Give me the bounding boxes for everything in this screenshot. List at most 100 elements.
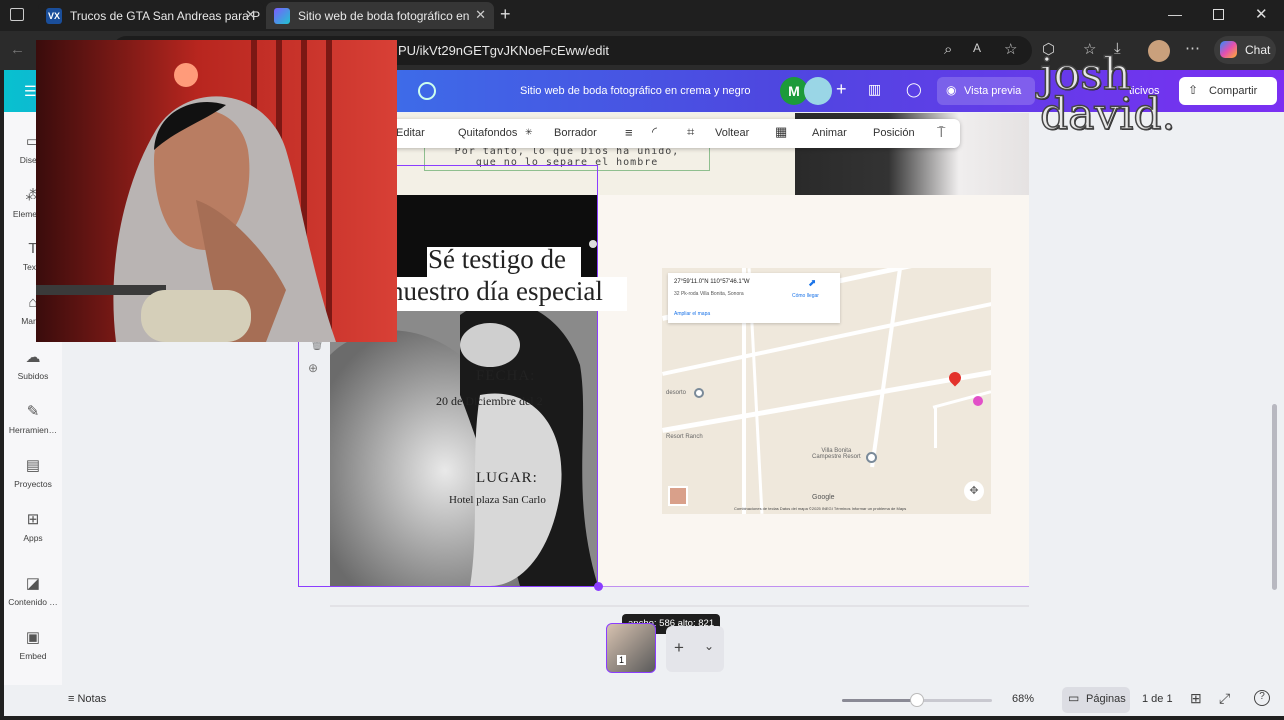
analytics-icon[interactable]: ▥ (868, 81, 881, 98)
heading-line-2[interactable]: nuestro día especial (390, 276, 603, 307)
heading-line-1[interactable]: Sé testigo de (428, 244, 566, 275)
map-address: 32 Pk-roda Villa Bonita, Sonora (674, 291, 744, 297)
close-tab-icon[interactable]: ✕ (475, 7, 486, 23)
share-icon: ⇧ (1188, 83, 1199, 97)
tab-actions-icon[interactable] (10, 8, 24, 21)
page-bottom-guide (598, 586, 1029, 587)
edit-button[interactable]: Editar (396, 127, 425, 139)
share-label: Compartir (1209, 85, 1258, 97)
border-style-icon[interactable]: ≡ (625, 125, 633, 140)
add-page-icon[interactable]: + (674, 638, 684, 658)
page-thumb-number: 1 (617, 655, 627, 665)
eraser-button[interactable]: Borrador (554, 127, 597, 139)
zoom-level[interactable]: 68% (1012, 693, 1034, 705)
share-button[interactable]: ⇧ Compartir (1179, 77, 1277, 105)
chat-label: Chat (1245, 43, 1271, 57)
apps-grid-icon: ⊞ (26, 511, 40, 528)
more-options-icon[interactable]: ⋯ (1185, 39, 1200, 57)
zoom-slider-handle[interactable] (910, 693, 924, 707)
map-place-marker (866, 452, 877, 463)
sidebar-label: Contenido … (8, 597, 58, 607)
sidebar-item-uploads[interactable]: ☁ Subidos (4, 348, 62, 381)
bg-remover-button[interactable]: Quitafondos (458, 127, 517, 139)
document-title[interactable]: Sitio web de boda fotográfico en crema y… (520, 85, 751, 97)
notes-button[interactable]: ≡ Notas (68, 693, 106, 705)
resize-handle[interactable] (594, 582, 603, 591)
embedded-map[interactable]: 27°59'11.0"N 110°57'46.1"W 32 Pk-roda Vi… (662, 268, 991, 514)
directions-icon[interactable]: ⬈ (808, 278, 816, 289)
rotate-handle[interactable] (589, 240, 597, 248)
map-directions-link[interactable]: Cómo llegar (792, 293, 819, 299)
tab-title: Trucos de GTA San Andreas para P (70, 8, 261, 23)
watermark-logo: josh david. (1039, 52, 1176, 140)
add-element-icon[interactable]: ⊕ (308, 361, 318, 375)
pages-icon: ▭ (1068, 691, 1080, 705)
read-aloud-icon[interactable]: A (973, 41, 981, 55)
favorite-star-icon[interactable]: ☆ (1004, 40, 1017, 58)
vx-favicon-icon: VX (46, 7, 62, 24)
animate-button[interactable]: Animar (812, 127, 847, 139)
map-poi-icon (973, 396, 983, 406)
back-icon[interactable]: ← (10, 41, 25, 58)
comments-icon[interactable]: ◯ (906, 81, 922, 98)
map-satellite-toggle[interactable] (668, 486, 688, 506)
place-label: LUGAR: (476, 470, 538, 486)
map-place-label-line: Campestre Resort (812, 454, 861, 460)
sidebar-item-tools[interactable]: ✎ Herramien… (4, 402, 62, 435)
position-button[interactable]: Posición (873, 127, 915, 139)
collaborator-avatar-2[interactable] (804, 77, 832, 105)
close-tab-icon[interactable]: ✕ (245, 7, 256, 23)
zoom-icon[interactable]: ⌕ (944, 41, 952, 58)
url-text: PU/ikVt29nGETgvJKNoeFcEww/edit (398, 43, 609, 58)
browser-tab[interactable]: VX Trucos de GTA San Andreas para P ✕ (38, 2, 264, 29)
verse-line-2: que no lo separe el hombre (475, 157, 659, 168)
chevron-down-icon[interactable]: ⌄ (704, 639, 714, 653)
sidebar-item-embed[interactable]: ▣ Embed (4, 628, 62, 661)
sidebar-item-projects[interactable]: ▤ Proyectos (4, 456, 62, 489)
sidebar-item-content[interactable]: ◪ Contenido … (4, 574, 62, 607)
pen-tool-icon: ✎ (26, 403, 40, 420)
transparency-icon[interactable]: ▦ (775, 124, 787, 140)
browser-tab-active[interactable]: Sitio web de boda fotográfico en ✕ (266, 2, 494, 29)
flip-button[interactable]: Voltear (715, 127, 749, 139)
google-logo: Google (812, 494, 835, 501)
menu-icon[interactable]: ☰ (24, 83, 37, 100)
crop-icon[interactable]: ⌗ (687, 124, 694, 140)
fullscreen-icon[interactable]: ⤢ (1219, 690, 1230, 707)
element-toolbar: Editar Quitafondos ✳ Borrador ≡ ◜ ⌗ Volt… (384, 119, 960, 148)
map-road (934, 408, 937, 448)
webcam-overlay (36, 40, 397, 342)
grid-view-icon[interactable]: ⊞ (1190, 690, 1202, 707)
cloud-upload-icon: ☁ (25, 349, 41, 366)
page-separator (330, 605, 1029, 607)
map-enlarge-link[interactable]: Ampliar el mapa (674, 311, 710, 317)
sidebar-label: Subidos (17, 371, 49, 381)
minimize-icon[interactable]: — (1168, 6, 1182, 22)
help-icon[interactable]: ? (1254, 690, 1270, 706)
map-recenter-icon[interactable]: ✥ (964, 481, 984, 501)
add-collaborator-icon[interactable]: + (836, 79, 847, 100)
paint-roller-icon[interactable]: ⍑ (937, 124, 945, 141)
close-window-icon[interactable]: ✕ (1255, 5, 1268, 23)
place-value: Hotel plaza San Carlo (449, 494, 546, 506)
preview-button[interactable]: ◉ Vista previa (937, 77, 1035, 105)
maximize-icon[interactable] (1213, 9, 1224, 20)
embed-icon: ▣ (25, 629, 41, 646)
zoom-slider-track[interactable] (842, 693, 992, 707)
sidebar-item-apps[interactable]: ⊞ Apps (4, 510, 62, 543)
notes-label: Notas (77, 693, 107, 705)
eye-icon: ◉ (946, 83, 957, 97)
preview-label: Vista previa (964, 85, 1022, 97)
browser-tab-bar: VX Trucos de GTA San Andreas para P ✕ Si… (0, 0, 1284, 31)
new-tab-icon[interactable]: + (500, 4, 511, 25)
cloud-sync-icon[interactable] (418, 82, 436, 100)
map-pin-icon (946, 369, 964, 387)
map-place-label: desorto (666, 390, 687, 396)
copilot-chat-button[interactable]: Chat (1214, 36, 1276, 64)
page-thumbnail[interactable]: 1 (606, 623, 656, 673)
pages-button[interactable]: ▭ Páginas (1062, 687, 1130, 713)
vertical-scrollbar[interactable] (1272, 404, 1277, 590)
watermark-line-2: david. (1039, 89, 1176, 140)
corner-rounding-icon[interactable]: ◜ (652, 124, 657, 140)
sidebar-label: Embed (19, 651, 47, 661)
